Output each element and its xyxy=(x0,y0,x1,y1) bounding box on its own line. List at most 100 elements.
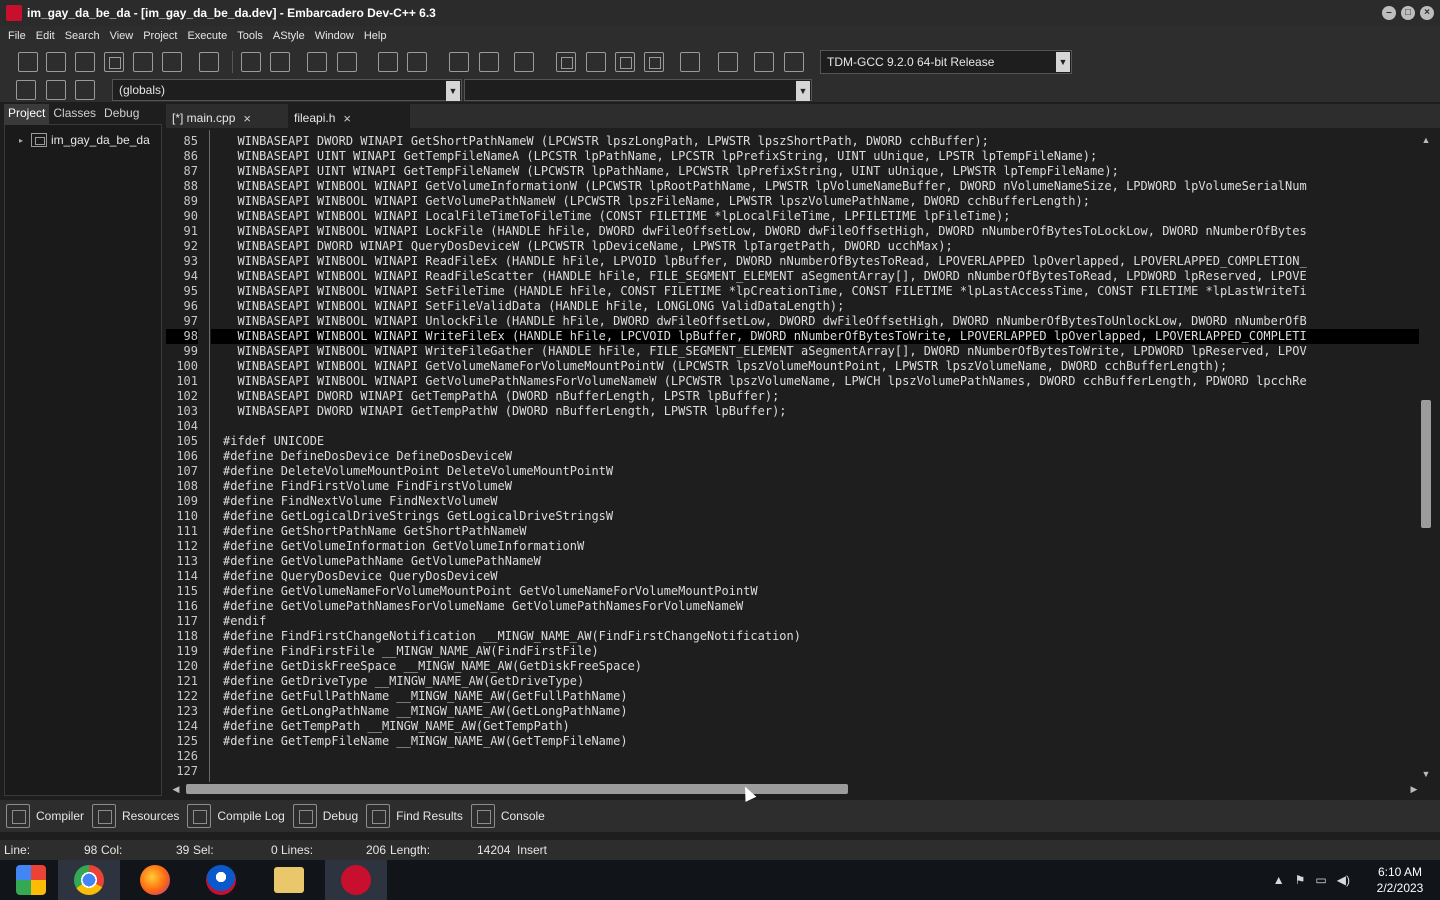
menu-help[interactable]: Help xyxy=(359,30,392,42)
minimize-button[interactable]: – xyxy=(1382,6,1396,20)
tab-debug-output[interactable]: Debug xyxy=(292,804,358,828)
code-line[interactable]: #define GetTempPath __MINGW_NAME_AW(GetT… xyxy=(211,719,1419,734)
code-line[interactable]: #define GetLogicalDriveStrings GetLogica… xyxy=(211,509,1419,524)
code-line[interactable]: #define QueryDosDevice QueryDosDeviceW xyxy=(211,569,1419,584)
chevron-up-icon[interactable]: ▲ xyxy=(1273,873,1285,887)
new-project-icon[interactable] xyxy=(556,52,576,72)
code-line[interactable]: #define GetShortPathName GetShortPathNam… xyxy=(211,524,1419,539)
code-line[interactable]: WINBASEAPI WINBOOL WINAPI GetVolumeNameF… xyxy=(211,359,1419,374)
stop-execution-icon[interactable] xyxy=(718,52,738,72)
tree-item-project[interactable]: ▸ im_gay_da_be_da xyxy=(19,133,150,147)
code-line[interactable] xyxy=(211,764,1419,779)
code-line[interactable]: #define GetDriveType __MINGW_NAME_AW(Get… xyxy=(211,674,1419,689)
code-line[interactable]: #define GetDiskFreeSpace __MINGW_NAME_AW… xyxy=(211,659,1419,674)
member-select[interactable]: ▼ xyxy=(464,79,812,101)
code-area[interactable]: WINBASEAPI DWORD WINAPI GetShortPathName… xyxy=(211,130,1419,782)
scope-select[interactable]: (globals) ▼ xyxy=(112,79,462,101)
scroll-down-icon[interactable]: ▼ xyxy=(1419,768,1433,780)
code-line[interactable]: WINBASEAPI UINT WINAPI GetTempFileNameW … xyxy=(211,164,1419,179)
code-line[interactable]: WINBASEAPI WINBOOL WINAPI WriteFileGathe… xyxy=(211,344,1419,359)
code-line[interactable]: #endif xyxy=(211,614,1419,629)
redo-icon[interactable] xyxy=(407,52,427,72)
volume-icon[interactable]: ◀) xyxy=(1337,873,1350,887)
code-line[interactable] xyxy=(211,419,1419,434)
code-line[interactable]: #define FindFirstVolume FindFirstVolumeW xyxy=(211,479,1419,494)
indent-icon[interactable] xyxy=(449,52,469,72)
goto-line-icon[interactable] xyxy=(307,52,327,72)
menu-edit[interactable]: Edit xyxy=(31,30,60,42)
tab-compile-log[interactable]: Compile Log xyxy=(187,804,285,828)
tab-compiler[interactable]: Compiler xyxy=(6,804,84,828)
code-line-current[interactable]: WINBASEAPI WINBOOL WINAPI WriteFileEx (H… xyxy=(211,329,1419,344)
tab-main-cpp[interactable]: [*] main.cpp × xyxy=(166,104,288,128)
code-line[interactable]: #define GetTempFileName __MINGW_NAME_AW(… xyxy=(211,734,1419,749)
code-line[interactable]: #define GetLongPathName __MINGW_NAME_AW(… xyxy=(211,704,1419,719)
print-icon[interactable] xyxy=(199,52,219,72)
code-line[interactable]: WINBASEAPI DWORD WINAPI GetShortPathName… xyxy=(211,134,1419,149)
code-line[interactable]: WINBASEAPI WINBOOL WINAPI LocalFileTimeT… xyxy=(211,209,1419,224)
code-line[interactable]: WINBASEAPI WINBOOL WINAPI ReadFileScatte… xyxy=(211,269,1419,284)
code-line[interactable]: WINBASEAPI DWORD WINAPI GetTempPathA (DW… xyxy=(211,389,1419,404)
code-line[interactable]: #define DeleteVolumeMountPoint DeleteVol… xyxy=(211,464,1419,479)
code-line[interactable]: #define GetVolumeNameForVolumeMountPoint… xyxy=(211,584,1419,599)
horizontal-scrollbar[interactable]: ◀ ▶ xyxy=(170,782,1420,796)
code-line[interactable]: WINBASEAPI WINBOOL WINAPI GetVolumePathN… xyxy=(211,374,1419,389)
menu-search[interactable]: Search xyxy=(60,30,105,42)
tab-console[interactable]: Console xyxy=(470,804,545,828)
code-line[interactable]: #define FindFirstChangeNotification __MI… xyxy=(211,629,1419,644)
code-line[interactable]: #define GetVolumeInformation GetVolumeIn… xyxy=(211,539,1419,554)
clock[interactable]: 6:10 AM 2/2/2023 xyxy=(1360,864,1440,896)
code-line[interactable]: #define GetVolumePathNamesForVolumeName … xyxy=(211,599,1419,614)
taskbar-app-edge[interactable] xyxy=(190,860,252,900)
network-icon[interactable]: ▭ xyxy=(1315,873,1326,887)
compile-run-icon[interactable] xyxy=(644,52,664,72)
goto-bookmark-icon[interactable] xyxy=(75,80,95,100)
open-file-icon[interactable] xyxy=(46,52,66,72)
taskbar-app-file-explorer[interactable] xyxy=(258,860,320,900)
new-file-icon[interactable] xyxy=(18,52,38,72)
save-all-icon[interactable] xyxy=(104,52,124,72)
menu-view[interactable]: View xyxy=(105,30,139,42)
menu-astyle[interactable]: AStyle xyxy=(268,30,310,42)
menu-execute[interactable]: Execute xyxy=(182,30,232,42)
scroll-left-icon[interactable]: ◀ xyxy=(170,782,182,796)
close-button[interactable]: × xyxy=(1420,6,1434,20)
close-all-icon[interactable] xyxy=(162,52,182,72)
compile-icon[interactable] xyxy=(615,52,635,72)
flag-icon[interactable]: ⚑ xyxy=(1295,873,1306,887)
taskbar-app-chrome[interactable] xyxy=(58,860,120,900)
tab-project[interactable]: Project xyxy=(4,104,50,124)
unindent-icon[interactable] xyxy=(479,52,499,72)
toggle-bookmark-icon[interactable] xyxy=(46,80,66,100)
close-tab-icon[interactable]: × xyxy=(343,111,351,126)
code-line[interactable] xyxy=(211,749,1419,764)
insert-code-icon[interactable] xyxy=(16,80,36,100)
code-line[interactable]: WINBASEAPI WINBOOL WINAPI ReadFileEx (HA… xyxy=(211,254,1419,269)
find-icon[interactable] xyxy=(241,52,261,72)
profile-chart-icon[interactable] xyxy=(754,52,774,72)
menu-tools[interactable]: Tools xyxy=(232,30,268,42)
toggle-fullscreen-icon[interactable] xyxy=(337,52,357,72)
tab-fileapi-h[interactable]: fileapi.h × xyxy=(288,104,410,128)
code-line[interactable]: #define DefineDosDevice DefineDosDeviceW xyxy=(211,449,1419,464)
tab-resources[interactable]: Resources xyxy=(92,804,179,828)
taskbar-app-firefox[interactable] xyxy=(124,860,186,900)
tab-debug[interactable]: Debug xyxy=(100,104,143,124)
tab-classes[interactable]: Classes xyxy=(49,104,100,124)
code-line[interactable]: #define FindNextVolume FindNextVolumeW xyxy=(211,494,1419,509)
vertical-scrollbar[interactable]: ▲ ▼ xyxy=(1419,134,1433,780)
check-syntax-icon[interactable] xyxy=(680,52,700,72)
code-line[interactable]: #define FindFirstFile __MINGW_NAME_AW(Fi… xyxy=(211,644,1419,659)
maximize-button[interactable]: □ xyxy=(1401,6,1415,20)
undo-icon[interactable] xyxy=(378,52,398,72)
menu-window[interactable]: Window xyxy=(310,30,359,42)
close-file-icon[interactable] xyxy=(133,52,153,72)
menu-file[interactable]: File xyxy=(3,30,31,42)
code-line[interactable]: WINBASEAPI WINBOOL WINAPI GetVolumeInfor… xyxy=(211,179,1419,194)
code-line[interactable]: WINBASEAPI WINBOOL WINAPI LockFile (HAND… xyxy=(211,224,1419,239)
code-line[interactable]: WINBASEAPI UINT WINAPI GetTempFileNameA … xyxy=(211,149,1419,164)
taskbar-app-devcpp[interactable] xyxy=(325,860,387,900)
save-icon[interactable] xyxy=(75,52,95,72)
code-line[interactable]: #ifdef UNICODE xyxy=(211,434,1419,449)
code-line[interactable]: WINBASEAPI WINBOOL WINAPI GetVolumePathN… xyxy=(211,194,1419,209)
